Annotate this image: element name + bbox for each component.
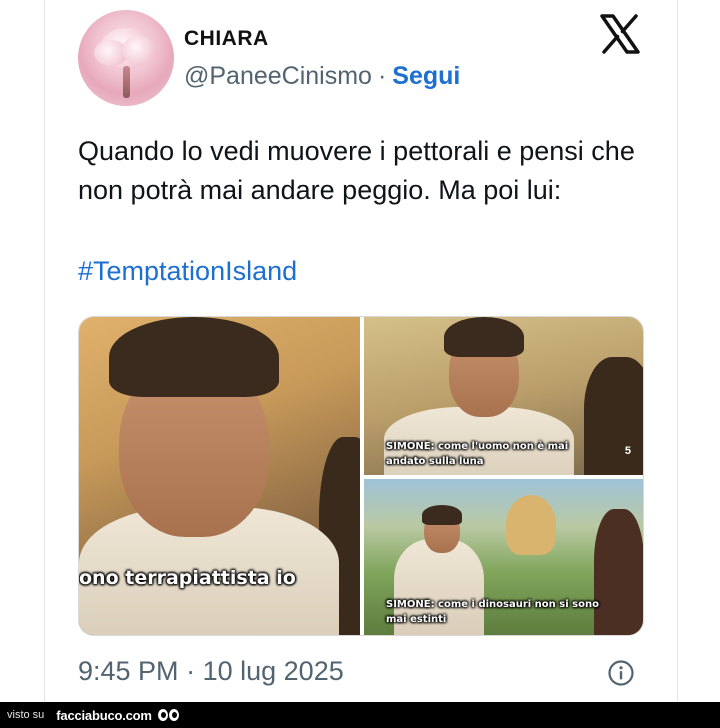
eyes-icon xyxy=(157,709,179,721)
tweet-text: Quando lo vedi muovere i pettorali e pen… xyxy=(78,136,635,205)
subtitle: SIMONE: come l'uomo non è mai andato sul… xyxy=(386,441,569,467)
media-image-2[interactable]: SIMONE: come l'uomo non è mai andato sul… xyxy=(364,317,643,475)
author-handle-line: @PaneeCinismo · Segui xyxy=(184,62,460,91)
author-handle[interactable]: @PaneeCinismo xyxy=(184,62,372,90)
subtitle: ono terrapiattista io xyxy=(79,567,296,589)
separator: · xyxy=(186,656,196,686)
info-icon[interactable] xyxy=(607,659,635,687)
hair xyxy=(422,505,462,525)
avatar-figure xyxy=(123,66,130,98)
hair xyxy=(109,317,279,397)
subtitle: SIMONE: come i dinosauri non si sono mai… xyxy=(386,599,599,625)
avatar[interactable] xyxy=(78,10,174,106)
hair xyxy=(506,495,556,555)
author-name[interactable]: CHIARA xyxy=(184,27,269,51)
footer-visto-su: visto su xyxy=(7,709,45,721)
tweet-timestamp[interactable]: 9:45 PM · 10 lug 2025 xyxy=(78,656,344,687)
separator: · xyxy=(377,62,387,90)
eye-left xyxy=(157,709,168,721)
media-image-3[interactable]: SIMONE: come i dinosauri non si sono mai… xyxy=(364,479,643,635)
tweet-time: 9:45 PM xyxy=(78,656,179,686)
site-footer: visto su facciabuco.com xyxy=(0,702,720,728)
tweet-date: 10 lug 2025 xyxy=(202,656,344,686)
footer-site-link[interactable]: facciabuco.com xyxy=(56,708,152,723)
hair xyxy=(444,317,524,357)
eye-right xyxy=(168,709,179,721)
hashtag-link[interactable]: #TemptationIsland xyxy=(78,252,297,291)
media-grid[interactable]: ono terrapiattista io SIMONE: come l'uom… xyxy=(78,316,644,636)
follow-button[interactable]: Segui xyxy=(392,62,460,90)
x-logo-icon[interactable] xyxy=(598,12,642,56)
channel-logo: 5 xyxy=(624,445,631,457)
avatar-cloud xyxy=(122,36,156,64)
media-image-1[interactable]: ono terrapiattista io xyxy=(79,317,360,635)
